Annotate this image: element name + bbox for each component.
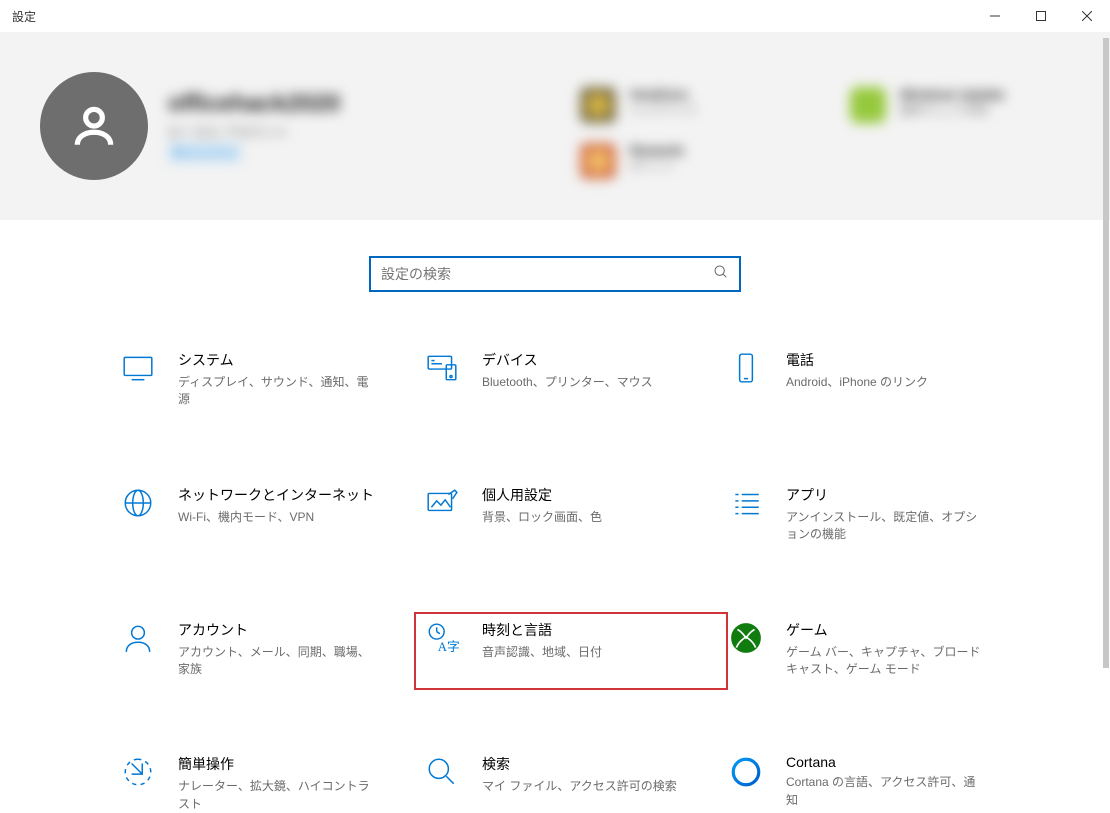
time-language-icon: A字 (424, 620, 460, 656)
maximize-button[interactable] (1018, 0, 1064, 32)
category-desc: アカウント、メール、同期、職場、家族 (178, 644, 378, 679)
category-system[interactable]: システム ディスプレイ、サウンド、通知、電源 (120, 350, 410, 409)
category-title: Cortana (786, 754, 986, 770)
settings-grid: システム ディスプレイ、サウンド、通知、電源 デバイス Bluetooth、プリ… (120, 350, 1000, 813)
scrollbar-thumb[interactable] (1103, 38, 1109, 668)
minimize-button[interactable] (972, 0, 1018, 32)
category-title: 時刻と言語 (482, 620, 602, 640)
search-input[interactable] (381, 266, 713, 282)
category-title: デバイス (482, 350, 653, 370)
category-accounts[interactable]: アカウント アカウント、メール、同期、職場、家族 (120, 620, 410, 679)
category-desc: Wi-Fi、機内モード、VPN (178, 509, 374, 526)
category-search[interactable]: 検索 マイ ファイル、アクセス許可の検索 (424, 754, 714, 813)
globe-icon (120, 485, 156, 521)
titlebar: 設定 (0, 0, 1110, 32)
category-title: アカウント (178, 620, 378, 640)
category-title: アプリ (786, 485, 986, 505)
user-avatar[interactable] (40, 72, 148, 180)
phone-icon (728, 350, 764, 386)
search-row (0, 256, 1110, 292)
search-category-icon (424, 754, 460, 790)
category-personalization[interactable]: 個人用設定 背景、ロック画面、色 (424, 485, 714, 544)
category-desc: Cortana の言語、アクセス許可、通知 (786, 774, 986, 809)
category-title: 検索 (482, 754, 677, 774)
search-box[interactable] (369, 256, 741, 292)
user-block: officehack2020 ローカル アカウント サインイン (40, 50, 340, 202)
system-icon (120, 350, 156, 386)
paint-icon (424, 485, 460, 521)
user-info-blurred: officehack2020 ローカル アカウント サインイン (168, 90, 340, 163)
category-ease-of-access[interactable]: 簡単操作 ナレーター、拡大鏡、ハイコントラスト (120, 754, 410, 813)
apps-icon (728, 485, 764, 521)
category-desc: ディスプレイ、サウンド、通知、電源 (178, 374, 378, 409)
close-button[interactable] (1064, 0, 1110, 32)
header-cards-blurred: OneDriveバックアップ Windows Update最終チェック日時 Re… (580, 87, 1090, 179)
category-network[interactable]: ネットワークとインターネット Wi-Fi、機内モード、VPN (120, 485, 410, 544)
person-icon (69, 101, 119, 151)
cortana-icon (728, 754, 764, 790)
category-desc: ゲーム バー、キャプチャ、ブロードキャスト、ゲーム モード (786, 644, 986, 679)
category-desc: マイ ファイル、アクセス許可の検索 (482, 778, 677, 795)
window-controls (972, 0, 1110, 32)
devices-icon (424, 350, 460, 386)
category-title: ゲーム (786, 620, 986, 640)
xbox-icon (728, 620, 764, 656)
account-icon (120, 620, 156, 656)
category-phone[interactable]: 電話 Android、iPhone のリンク (728, 350, 1018, 409)
category-title: システム (178, 350, 378, 370)
category-title: ネットワークとインターネット (178, 485, 374, 505)
category-desc: Android、iPhone のリンク (786, 374, 928, 391)
category-desc: 背景、ロック画面、色 (482, 509, 602, 526)
category-time-language[interactable]: A字 時刻と言語 音声認識、地域、日付 (414, 612, 728, 691)
category-title: 簡単操作 (178, 754, 378, 774)
category-desc: 音声認識、地域、日付 (482, 644, 602, 661)
category-title: 電話 (786, 350, 928, 370)
category-apps[interactable]: アプリ アンインストール、既定値、オプションの機能 (728, 485, 1018, 544)
search-icon (713, 264, 729, 285)
category-desc: ナレーター、拡大鏡、ハイコントラスト (178, 778, 378, 813)
category-gaming[interactable]: ゲーム ゲーム バー、キャプチャ、ブロードキャスト、ゲーム モード (728, 620, 1018, 679)
category-title: 個人用設定 (482, 485, 602, 505)
category-desc: Bluetooth、プリンター、マウス (482, 374, 653, 391)
window-title: 設定 (12, 8, 36, 25)
svg-text:A字: A字 (438, 639, 459, 653)
category-desc: アンインストール、既定値、オプションの機能 (786, 509, 986, 544)
ease-icon (120, 754, 156, 790)
account-header: officehack2020 ローカル アカウント サインイン OneDrive… (0, 32, 1110, 220)
category-devices[interactable]: デバイス Bluetooth、プリンター、マウス (424, 350, 714, 409)
category-cortana[interactable]: Cortana Cortana の言語、アクセス許可、通知 (728, 754, 1018, 813)
